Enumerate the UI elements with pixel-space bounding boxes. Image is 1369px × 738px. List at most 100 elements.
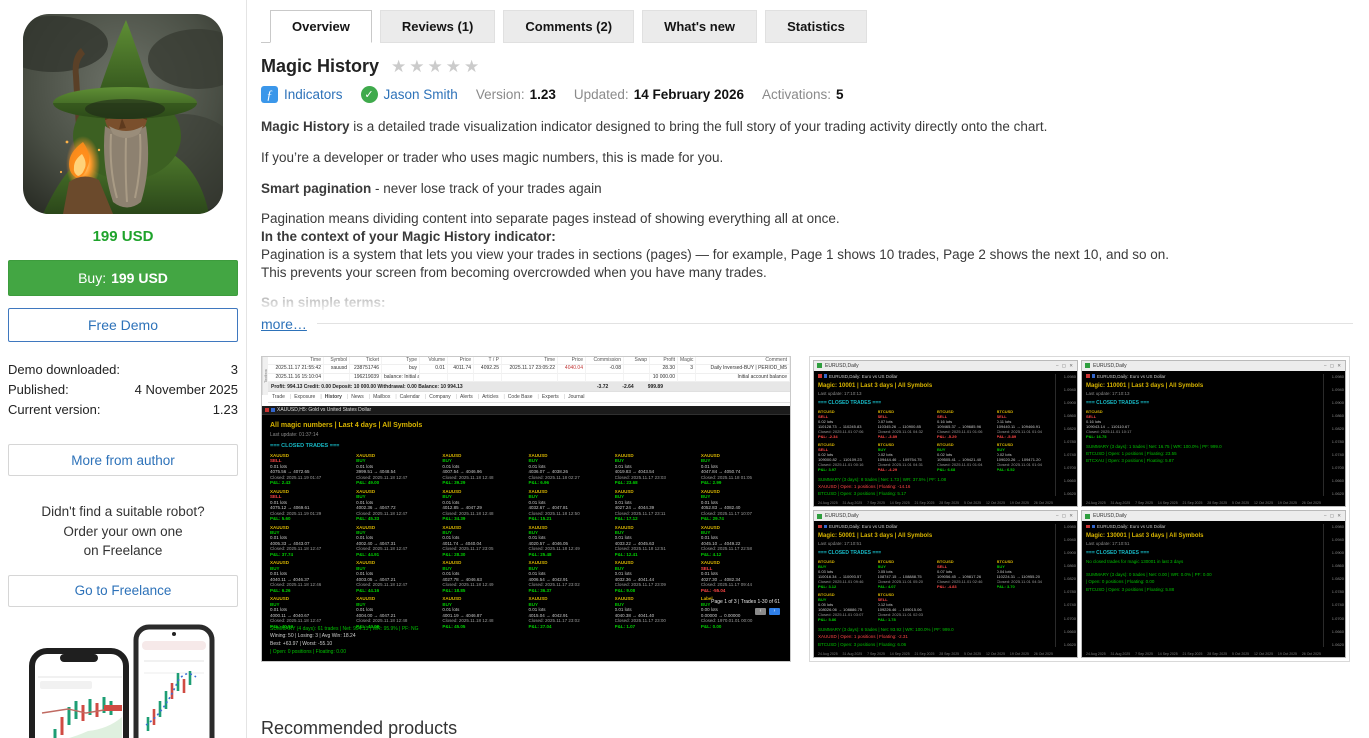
price-tick: 1.0980	[1063, 524, 1076, 530]
table-cell	[624, 365, 650, 374]
stat-value: 1.23	[212, 402, 238, 417]
tab-bar: Overview Reviews (1) Comments (2) What's ne…	[261, 10, 1353, 43]
summary-block: SUMMARY (3 days): 6 trades | Net: 93.92 …	[818, 626, 1053, 648]
date-tick: 12 Oct 2025	[985, 651, 1006, 656]
more-link[interactable]: more…	[261, 316, 307, 332]
price-tick: 1.0620	[1063, 641, 1076, 647]
free-demo-button[interactable]: Free Demo	[8, 308, 238, 342]
date-tick: 21 Sep 2025	[1182, 651, 1203, 656]
terminal-tab: Alerts	[452, 394, 474, 400]
trade-entry: XAUUSD BUY 0.01 lots 4011.74 → 4040.04 C…	[442, 524, 494, 557]
trade-entry: BTCUSD SELL 0.16 lots 109465.37 → 109685…	[937, 408, 983, 439]
table-cell: 2025.11.17 23:05:22	[502, 365, 558, 374]
date-tick: 24 Aug 2025	[1086, 651, 1106, 656]
sidebar: 199 USD Buy: 199 USD Free Demo Demo down…	[0, 0, 247, 738]
stat-row: Published: 4 November 2025	[8, 382, 238, 398]
window-icon	[1085, 513, 1090, 519]
price-tick: 1.0820	[1063, 576, 1076, 582]
price-tick: 1.0620	[1331, 641, 1344, 647]
date-tick: 5 Oct 2025	[963, 651, 982, 656]
trades-grid: XAUUSD SELL 0.01 lots 4075.56 → 4072.65 …	[270, 453, 782, 630]
trade-entry: XAUUSD BUY 0.01 lots 4027.24 → 4044.39 C…	[614, 488, 666, 522]
table-cell: 0.01	[420, 365, 448, 374]
table-cell: 238751746	[350, 365, 382, 374]
terminal-tab: Exposure	[286, 394, 316, 400]
trade-entry: BTCUSD BUY 0.02 lots 109505.41 → 109421.…	[937, 441, 983, 472]
indicators-icon: ƒ	[261, 86, 278, 103]
summary-line: BTCUSD | Open: 3 positions | Floating: 5…	[818, 491, 907, 497]
last-update: Last update: 17:10:13	[818, 390, 862, 396]
terminal-tab: Calendar	[391, 394, 421, 400]
table-cell	[502, 373, 558, 383]
chart-window: EURUSD,Daily – ▢ ✕ EURUSD,Daily: Euro vs…	[813, 359, 1078, 508]
closed-trades-header: === CLOSED TRADES ===	[1086, 550, 1150, 557]
window-chart-area: EURUSD,Daily: Euro vs US Dollar Magic: 5…	[814, 521, 1077, 657]
date-tick: 12 Oct 2025	[985, 501, 1006, 506]
trade-entry: BTCUSD BUY 0.05 lots 108747.15 → 108888.…	[877, 559, 924, 590]
go-to-freelance-button[interactable]: Go to Freelance	[8, 574, 238, 607]
trade-entry: BTCUSD BUY 0.02 lots 109020.26 → 109471.…	[996, 441, 1043, 472]
chart-icon	[818, 374, 822, 378]
price-tick: 1.0620	[1063, 491, 1076, 497]
date-tick: 31 Aug 2025	[1110, 651, 1131, 656]
summary-line: XAUUSD | Open: 1 positions | Floating: -…	[818, 483, 911, 489]
table-cell: 2025.11.17 21:55:42	[268, 365, 324, 374]
tab[interactable]: Reviews (1)	[379, 10, 496, 43]
product-page: 199 USD Buy: 199 USD Free Demo Demo down…	[0, 0, 1369, 738]
table-header-cell: Type	[382, 356, 420, 366]
table-header-cell: Price	[448, 356, 474, 366]
category-link[interactable]: Indicators	[284, 87, 343, 102]
summary-block: SUMMARY (3 days): 8 trades | Net: 1.73 |…	[818, 476, 1053, 498]
tab[interactable]: Overview	[270, 10, 372, 43]
date-tick: 31 Aug 2025	[1110, 501, 1131, 506]
trade-entry: BTCUSD SELL 0.16 lots 109043.14 → 110110…	[1086, 408, 1132, 439]
last-update: Last update: 17:10:51	[1086, 541, 1130, 547]
window-chart-area: EURUSD,Daily: Euro vs US Dollar Magic: 1…	[1082, 370, 1345, 507]
window-icon	[817, 363, 822, 369]
price-tick: 1.0940	[1331, 537, 1344, 543]
price-tick: 1.0980	[1331, 373, 1344, 379]
stat-label: Demo downloaded:	[8, 362, 121, 377]
price-tick: 1.0860	[1331, 563, 1344, 569]
stat-row: Demo downloaded: 3	[8, 362, 238, 378]
author-link[interactable]: Jason Smith	[384, 87, 458, 102]
trade-entry: XAUUSD BUY 0.01 lots 4007.54 → 4046.96 C…	[442, 452, 494, 486]
table-header-cell: Comment	[696, 356, 790, 366]
terminal-tab: Trade	[272, 394, 285, 401]
table-cell: 10 000.00	[650, 373, 678, 383]
product-image-wizard	[23, 14, 223, 214]
trade-entry: BTCUSD BUY 0.02 lots 109444.46 → 109754.…	[877, 441, 924, 472]
table-cell	[558, 373, 586, 383]
table-cell: 2025.11.16 15:10:04	[268, 373, 324, 383]
table-cell	[678, 373, 696, 383]
trade-entry: XAUUSD BUY 0.01 lots 4001.19 → 4046.87 C…	[442, 596, 494, 629]
chart-titlebar: XAUUSD,H5: Gold vs United States Dollar	[262, 405, 790, 415]
trade-entry: BTCUSD SELL 0.02 lots 109000.82 → 110109…	[818, 441, 864, 472]
closed-trades-header: === CLOSED TRADES ===	[818, 399, 882, 406]
price-tick: 1.0940	[1063, 537, 1076, 543]
screenshot-chart-windows[interactable]: EURUSD,Daily – ▢ ✕ EURUSD,Daily: Euro vs…	[809, 355, 1350, 662]
product-meta: ƒ Indicators ✓ Jason Smith Version: 1.23…	[261, 86, 1353, 103]
table-cell	[448, 373, 474, 383]
tab[interactable]: Comments (2)	[503, 10, 635, 43]
price-tick: 1.0980	[1063, 373, 1076, 379]
buy-button[interactable]: Buy: 199 USD	[8, 260, 238, 296]
more-from-author-button[interactable]: More from author	[8, 444, 238, 476]
tab[interactable]: What's new	[642, 10, 758, 43]
trade-entry: XAUUSD BUY 0.01 lots 4052.83 → 4082.40 C…	[700, 488, 753, 522]
prev-page-button: ‹	[755, 607, 766, 615]
tab[interactable]: Statistics	[765, 10, 867, 43]
stat-label: Published:	[8, 382, 69, 397]
date-tick: 14 Sep 2025	[889, 501, 910, 506]
toolbox-strip: Toolbox	[262, 356, 268, 395]
trade-entry: XAUUSD BUY 0.01 lots 4020.57 → 4046.05 C…	[528, 524, 580, 557]
recommended-products-heading: Recommended products	[261, 717, 458, 738]
price-tick: 1.0660	[1063, 478, 1076, 484]
price-tick: 1.0900	[1063, 550, 1076, 556]
trade-entry: XAUUSD BUY 0.01 lots 4005.33 → 4043.07 C…	[270, 524, 322, 557]
date-tick: 19 Oct 2025	[1277, 501, 1297, 506]
trade-entry: XAUUSD BUY 0.01 lots 4015.04 → 4042.91 C…	[528, 596, 580, 629]
screenshot-terminal[interactable]: Toolbox Time Symbol Ticket Type Volume Price T…	[261, 355, 791, 662]
summary-line: | Open: 0 positions | Floating: 0.00	[270, 648, 346, 655]
date-tick: 12 Oct 2025	[1253, 651, 1274, 656]
